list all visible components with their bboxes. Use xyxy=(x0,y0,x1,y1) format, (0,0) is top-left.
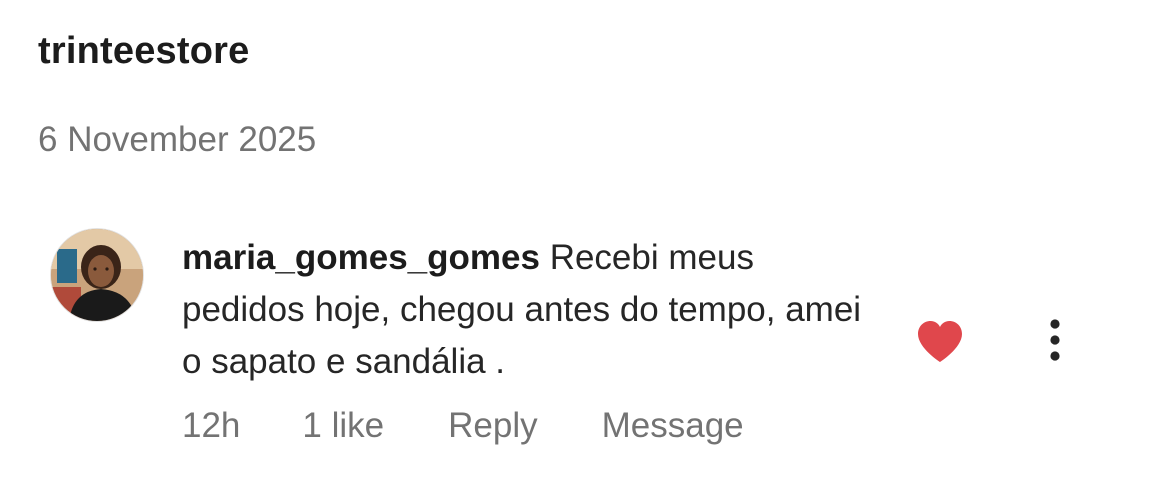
like-heart-shape xyxy=(918,321,962,362)
comment-actions: 12h 1 like Reply Message xyxy=(182,406,744,446)
comment-username[interactable]: maria_gomes_gomes xyxy=(182,238,540,277)
heart-icon[interactable] xyxy=(916,320,964,364)
profile-photo-icon xyxy=(51,229,143,321)
account-name[interactable]: trinteestore xyxy=(38,30,249,73)
reply-button[interactable]: Reply xyxy=(448,406,537,446)
comment-text: maria_gomes_gomes Recebi meus pedidos ho… xyxy=(182,232,882,388)
more-vertical-icon[interactable] xyxy=(1040,316,1070,364)
post-date: 6 November 2025 xyxy=(38,120,317,159)
comment-time: 12h xyxy=(182,406,241,445)
avatar[interactable] xyxy=(50,228,144,322)
more-dots-shape xyxy=(1050,319,1060,361)
message-button[interactable]: Message xyxy=(602,406,744,446)
likes-count-link[interactable]: 1 like xyxy=(302,406,384,446)
comment-item: maria_gomes_gomes Recebi meus pedidos ho… xyxy=(50,228,1130,468)
